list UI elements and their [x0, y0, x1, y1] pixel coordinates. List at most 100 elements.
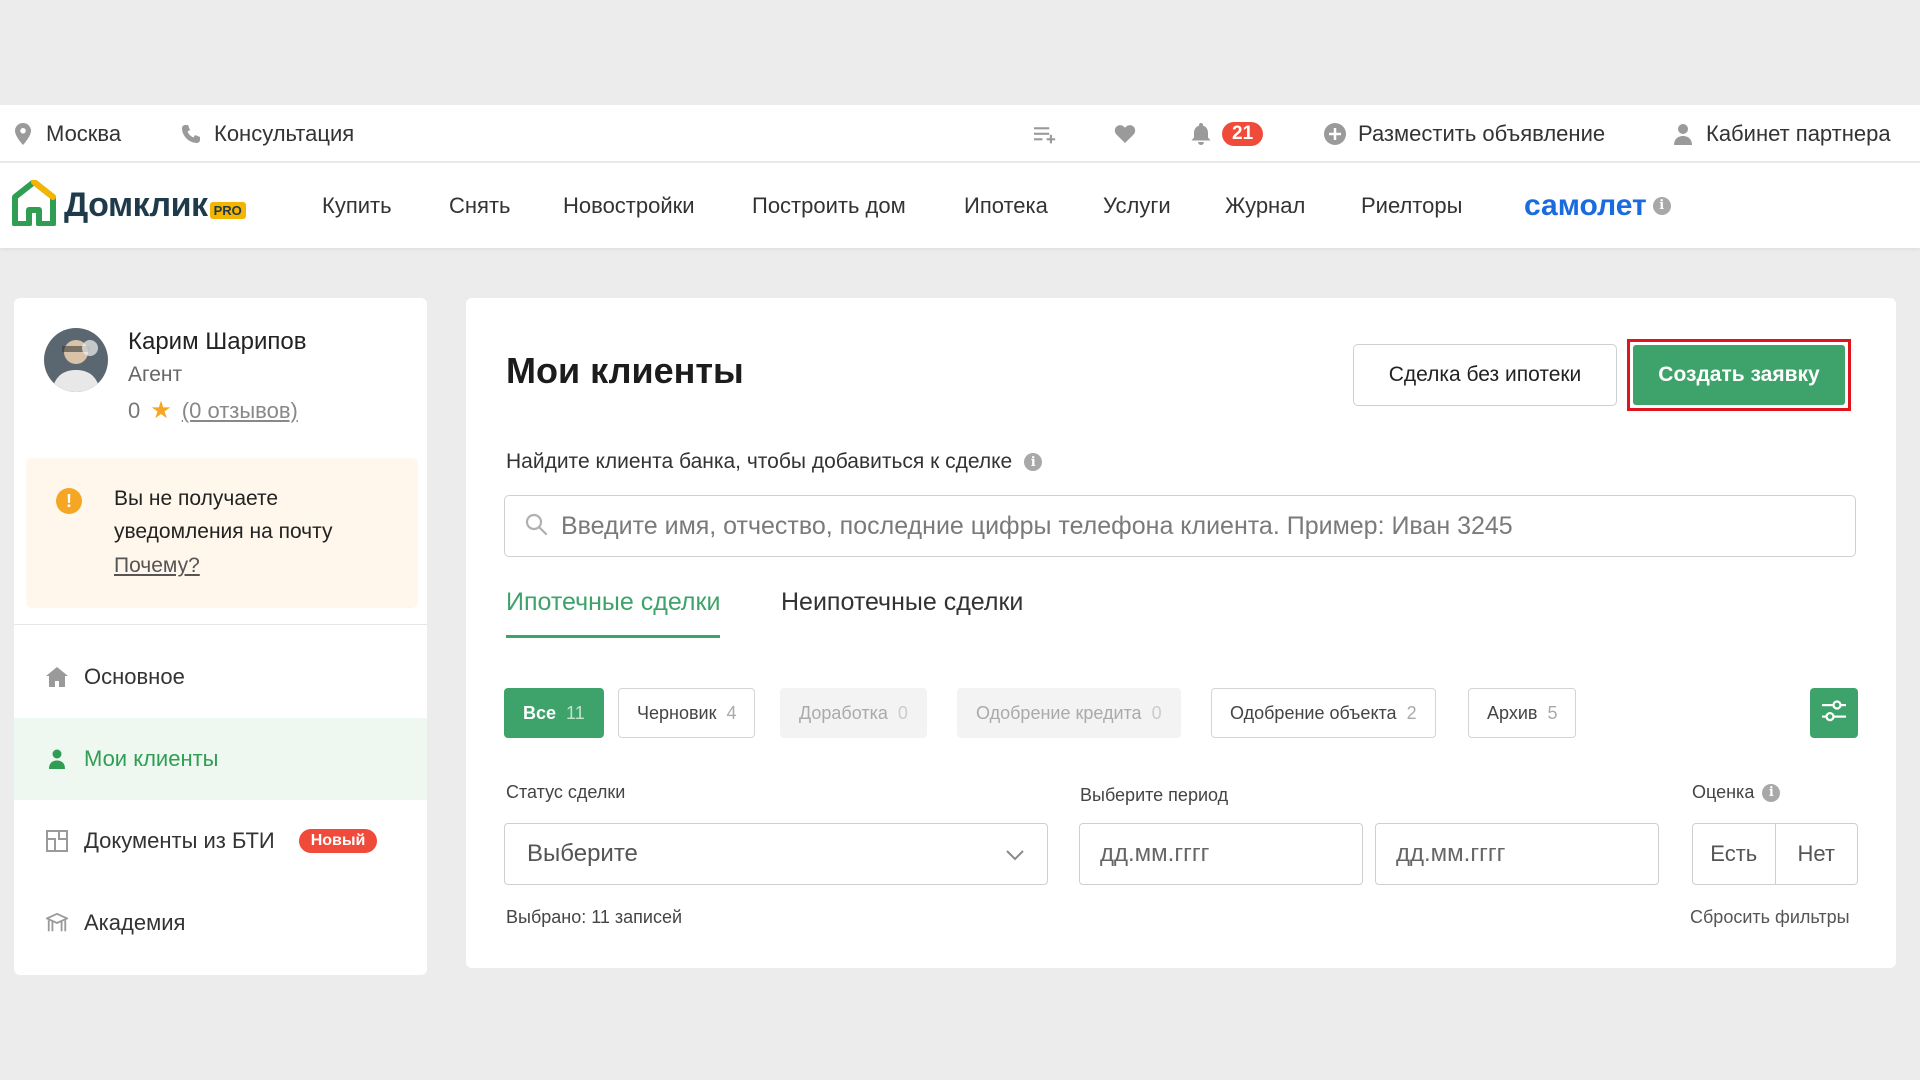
samolet-link[interactable]: самолет i: [1524, 163, 1671, 248]
profile-name: Карим Шарипов: [128, 328, 307, 355]
chip-label: Черновик: [637, 702, 717, 723]
notifications-count-badge: 21: [1222, 121, 1264, 146]
bell-icon: [1190, 122, 1212, 145]
partner-cabinet-label: Кабинет партнера: [1706, 120, 1891, 146]
nav-link-realtors[interactable]: Риелторы: [1361, 163, 1462, 248]
filter-settings-button[interactable]: [1810, 688, 1858, 738]
notice-text: Вы не получаете уведомления на почту: [114, 487, 333, 543]
notifications-button[interactable]: 21: [1190, 105, 1264, 162]
search-icon: [525, 513, 548, 540]
profile-rating: 0 ★ (0 отзывов): [128, 396, 298, 425]
page-title: Мои клиенты: [506, 350, 744, 391]
sidebar-item-academy[interactable]: Академия: [14, 882, 427, 964]
chip-object-approval[interactable]: Одобрение объекта 2: [1211, 688, 1436, 738]
date-to-field[interactable]: дд.мм.гггг: [1375, 823, 1659, 885]
sidebar-item-label: Документы из БТИ: [84, 828, 275, 853]
logo[interactable]: Домклик PRO: [12, 178, 246, 231]
nav-link-build-house[interactable]: Построить дом: [752, 163, 906, 248]
sidebar-item-label: Мои клиенты: [84, 746, 219, 771]
new-badge: Новый: [298, 829, 378, 853]
chip-revision[interactable]: Доработка 0: [780, 688, 927, 738]
logo-text: Домклик: [64, 185, 208, 224]
info-icon[interactable]: i: [1652, 196, 1671, 215]
favorites-button[interactable]: [1114, 105, 1136, 162]
tab-non-mortgage-deals[interactable]: Неипотечные сделки: [781, 588, 1023, 638]
list-add-icon: [1034, 123, 1056, 145]
chip-label: Одобрение кредита: [976, 702, 1142, 723]
sliders-icon: [1822, 699, 1846, 727]
partner-cabinet-link[interactable]: Кабинет партнера: [1672, 105, 1891, 162]
compare-button[interactable]: [1034, 105, 1056, 162]
email-notice: ! Вы не получаете уведомления на почту П…: [26, 458, 418, 608]
chip-draft[interactable]: Черновик 4: [618, 688, 756, 738]
status-select-value: Выберите: [527, 840, 638, 867]
chip-count: 2: [1406, 702, 1417, 723]
domclick-logo-icon: [12, 178, 56, 231]
tab-mortgage-deals[interactable]: Ипотечные сделки: [506, 588, 721, 638]
reset-filters-link[interactable]: Сбросить фильтры: [1690, 907, 1850, 928]
nav-link-mortgage[interactable]: Ипотека: [964, 163, 1048, 248]
info-icon[interactable]: i: [1762, 783, 1781, 802]
post-ad-link[interactable]: Разместить объявление: [1324, 105, 1605, 162]
chip-count: 0: [1151, 702, 1162, 723]
nav-link-journal[interactable]: Журнал: [1225, 163, 1305, 248]
user-icon: [46, 748, 68, 770]
date-from-field[interactable]: дд.мм.гггг: [1079, 823, 1363, 885]
nav-link-buy[interactable]: Купить: [322, 163, 392, 248]
create-request-button[interactable]: Создать заявку: [1633, 345, 1845, 405]
top-bar: Москва Консультация 21 Разместить объявл…: [0, 105, 1920, 162]
status-label: Статус сделки: [506, 782, 626, 802]
logo-pro-badge: PRO: [209, 201, 246, 219]
sidebar-item-bti-documents[interactable]: Документы из БТИ Новый: [14, 800, 427, 882]
info-icon[interactable]: i: [1024, 453, 1043, 471]
home-icon: [46, 666, 68, 688]
divider: [14, 624, 427, 625]
chevron-down-icon: [1005, 840, 1025, 868]
chip-all[interactable]: Все 11: [504, 688, 604, 738]
search-input[interactable]: [561, 511, 1855, 541]
sidebar-item-label: Академия: [84, 910, 186, 935]
create-request-highlight: Создать заявку: [1627, 339, 1851, 411]
sidebar-item-my-clients[interactable]: Мои клиенты: [14, 718, 427, 800]
rating-toggle: Есть Нет: [1692, 823, 1858, 885]
chip-count: 11: [566, 702, 585, 723]
status-select[interactable]: Выберите: [504, 823, 1048, 885]
building-plan-icon: [46, 830, 68, 852]
star-icon: ★: [150, 397, 172, 424]
period-label: Выберите период: [1080, 785, 1229, 805]
sidebar: Карим Шарипов Агент 0 ★ (0 отзывов) ! Вы…: [14, 298, 427, 975]
rating-yes-option[interactable]: Есть: [1693, 824, 1776, 884]
sidebar-item-label: Основное: [84, 664, 185, 689]
main-panel: Мои клиенты Сделка без ипотеки Создать з…: [466, 298, 1896, 968]
reviews-link[interactable]: (0 отзывов): [182, 398, 298, 424]
rating-no-option[interactable]: Нет: [1776, 824, 1858, 884]
chip-credit-approval[interactable]: Одобрение кредита 0: [957, 688, 1181, 738]
city-label: Москва: [46, 120, 122, 146]
search-label-text: Найдите клиента банка, чтобы добавиться …: [506, 450, 1013, 473]
deal-without-mortgage-button[interactable]: Сделка без ипотеки: [1353, 344, 1617, 406]
user-icon: [1672, 123, 1694, 145]
plus-circle-icon: [1324, 122, 1346, 145]
sidebar-item-main[interactable]: Основное: [14, 636, 427, 718]
nav-link-services[interactable]: Услуги: [1103, 163, 1171, 248]
nav-link-new-buildings[interactable]: Новостройки: [563, 163, 695, 248]
avatar[interactable]: [44, 328, 108, 392]
notice-why-link[interactable]: Почему?: [114, 554, 200, 578]
rating-label-text: Оценка: [1692, 782, 1755, 802]
post-ad-label: Разместить объявление: [1358, 120, 1606, 146]
warning-icon: !: [56, 488, 82, 514]
chip-count: 4: [726, 702, 737, 723]
heart-icon: [1114, 123, 1136, 145]
chip-label: Все: [523, 702, 557, 723]
rating-value: 0: [128, 397, 141, 423]
rating-label: Оценка i: [1692, 782, 1781, 803]
nav-link-rent[interactable]: Снять: [449, 163, 511, 248]
profile-role: Агент: [128, 363, 183, 386]
city-selector[interactable]: Москва: [12, 105, 121, 162]
chip-archive[interactable]: Архив 5: [1468, 688, 1577, 738]
client-search[interactable]: [504, 495, 1856, 557]
academy-icon: [46, 912, 68, 934]
search-label: Найдите клиента банка, чтобы добавиться …: [506, 450, 1043, 474]
main-nav: Домклик PRO Купить Снять Новостройки Пос…: [0, 163, 1920, 248]
consult-link[interactable]: Консультация: [180, 105, 354, 162]
